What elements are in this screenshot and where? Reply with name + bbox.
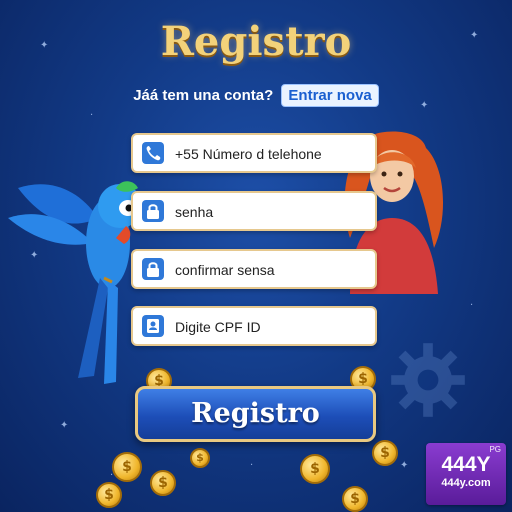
gear-decoration-icon (391, 343, 465, 417)
cpf-field[interactable] (131, 306, 377, 346)
phone-input[interactable] (173, 135, 373, 173)
phone-icon (142, 142, 164, 164)
confirm-password-input[interactable] (173, 251, 373, 289)
register-button[interactable]: Registro (135, 386, 376, 442)
login-prompt-row: Jáá tem una conta? Entrar nova (0, 84, 512, 107)
coin-icon: $ (190, 448, 210, 468)
coin-icon: $ (112, 452, 142, 482)
password-field[interactable] (131, 191, 377, 231)
logo-domain: 444y.com (441, 477, 491, 489)
cpf-input[interactable] (173, 308, 373, 346)
provider-label: PG (489, 445, 501, 454)
confirm-password-field[interactable] (131, 249, 377, 289)
login-link-button[interactable]: Entrar nova (281, 84, 379, 107)
lock-icon (142, 200, 164, 222)
id-card-icon (142, 315, 164, 337)
coin-icon: $ (96, 482, 122, 508)
login-prompt-text: Jáá tem una conta? (133, 87, 274, 104)
coin-icon: $ (150, 470, 176, 496)
coin-icon: $ (372, 440, 398, 466)
coin-icon: $ (300, 454, 330, 484)
logo-text: 444Y (441, 453, 491, 476)
lock-icon (142, 258, 164, 280)
password-input[interactable] (173, 193, 373, 231)
page-title: Registro (160, 18, 352, 65)
brand-logo: PG 444Y 444y.com (426, 443, 506, 505)
phone-field[interactable] (131, 133, 377, 173)
coin-icon: $ (342, 486, 368, 512)
